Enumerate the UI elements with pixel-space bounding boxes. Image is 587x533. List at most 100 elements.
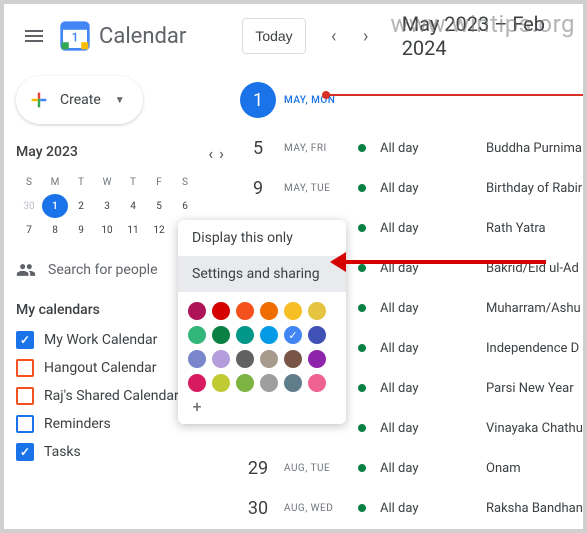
agenda-row[interactable]: 5MAY, FRIAll dayBuddha Purnima (236, 128, 583, 168)
color-swatch[interactable] (188, 326, 206, 344)
prev-period-button[interactable]: ‹ (318, 20, 350, 52)
mini-day[interactable]: 7 (16, 218, 42, 242)
event-dot-icon (358, 384, 366, 392)
mini-next-month-button[interactable]: › (219, 144, 224, 163)
mini-dow: S (172, 170, 198, 194)
mini-day[interactable]: 30 (16, 194, 42, 218)
color-swatch[interactable] (236, 302, 254, 320)
mini-prev-month-button[interactable]: ‹ (208, 144, 213, 163)
agenda-day-number[interactable]: 29 (240, 458, 276, 479)
calendar-checkbox[interactable] (16, 415, 34, 433)
color-swatch[interactable] (284, 326, 302, 344)
main-menu-button[interactable] (12, 12, 55, 60)
allday-label: All day (380, 341, 436, 356)
mini-day[interactable]: 2 (68, 194, 94, 218)
color-swatch[interactable] (236, 326, 254, 344)
color-swatch[interactable] (284, 350, 302, 368)
event-title[interactable]: Parsi New Year (486, 381, 574, 396)
agenda-day-today[interactable]: 1 (240, 82, 276, 118)
event-dot-icon (358, 504, 366, 512)
color-swatch[interactable] (212, 374, 230, 392)
mini-dow: M (42, 170, 68, 194)
mini-dow: F (146, 170, 172, 194)
people-icon (16, 260, 36, 280)
svg-text:1: 1 (72, 30, 79, 45)
mini-day[interactable]: 3 (94, 194, 120, 218)
allday-label: All day (380, 221, 436, 236)
hamburger-icon (22, 24, 46, 48)
app-title: Calendar (99, 24, 186, 49)
color-swatch[interactable] (188, 350, 206, 368)
allday-label: All day (380, 501, 436, 516)
calendar-checkbox[interactable] (16, 443, 34, 461)
mini-dow: W (94, 170, 120, 194)
calendar-checkbox[interactable] (16, 359, 34, 377)
agenda-day-number[interactable]: 30 (240, 498, 276, 519)
event-title[interactable]: Onam (486, 461, 521, 476)
create-button[interactable]: Create ▼ (16, 76, 143, 124)
mini-day[interactable]: 4 (120, 194, 146, 218)
agenda-row[interactable]: 1MAY, MON (236, 72, 583, 128)
agenda-row[interactable]: 6SEPT, WEDAll dayJanmashtami (S (236, 528, 583, 533)
mini-day[interactable]: 1 (42, 194, 68, 218)
mini-day[interactable]: 12 (146, 218, 172, 242)
color-swatch[interactable] (260, 326, 278, 344)
event-dot-icon (358, 424, 366, 432)
color-swatch[interactable] (236, 374, 254, 392)
color-swatch[interactable] (260, 350, 278, 368)
color-swatch[interactable] (284, 374, 302, 392)
color-swatch[interactable] (284, 302, 302, 320)
calendar-label: Tasks (44, 444, 81, 460)
color-swatch[interactable] (308, 374, 326, 392)
color-swatch[interactable] (236, 350, 254, 368)
add-color-button[interactable]: + (188, 398, 206, 416)
mini-dow: T (68, 170, 94, 194)
event-title[interactable]: Independence D (486, 341, 579, 356)
agenda-row[interactable]: 29AUG, TUEAll dayOnam (236, 448, 583, 488)
color-swatch[interactable] (308, 302, 326, 320)
mini-day[interactable]: 8 (42, 218, 68, 242)
event-title[interactable]: Rath Yatra (486, 221, 546, 236)
agenda-row[interactable]: 30AUG, WEDAll dayRaksha Bandhan (236, 488, 583, 528)
agenda-weekday: MAY, FRI (284, 143, 350, 154)
color-swatch[interactable] (260, 374, 278, 392)
calendar-checkbox[interactable] (16, 331, 34, 349)
next-period-button[interactable]: › (350, 20, 382, 52)
date-range-title[interactable]: May 2023 – Feb 2024 (402, 12, 575, 60)
allday-label: All day (380, 421, 436, 436)
agenda-row[interactable]: 9MAY, TUEAll dayBirthday of Rabir (236, 168, 583, 208)
color-swatch[interactable] (212, 302, 230, 320)
mini-day[interactable]: 11 (120, 218, 146, 242)
mini-day[interactable]: 6 (172, 194, 198, 218)
color-swatch[interactable] (212, 326, 230, 344)
color-swatch[interactable] (308, 350, 326, 368)
calendar-label: Raj's Shared Calendar (44, 388, 179, 404)
color-swatch[interactable] (212, 350, 230, 368)
color-swatch[interactable] (188, 302, 206, 320)
event-title[interactable]: Raksha Bandhan (486, 501, 583, 516)
event-title[interactable]: Birthday of Rabir (486, 181, 582, 196)
mini-day[interactable]: 5 (146, 194, 172, 218)
event-dot-icon (358, 304, 366, 312)
mini-day[interactable]: 9 (68, 218, 94, 242)
event-dot-icon (358, 224, 366, 232)
menu-display-only[interactable]: Display this only (178, 220, 346, 256)
mini-month-title[interactable]: May 2023 (16, 144, 78, 160)
mini-day[interactable]: 10 (94, 218, 120, 242)
header-bar: 1 Calendar Today ‹ › May 2023 – Feb 2024 (4, 4, 583, 68)
event-title[interactable]: Vinayaka Chathu (486, 421, 583, 436)
event-dot-icon (358, 344, 366, 352)
agenda-day-number[interactable]: 5 (240, 138, 276, 159)
caret-down-icon: ▼ (115, 95, 125, 106)
agenda-day-number[interactable]: 9 (240, 178, 276, 199)
calendar-checkbox[interactable] (16, 387, 34, 405)
color-swatch[interactable] (260, 302, 278, 320)
agenda-weekday: AUG, TUE (284, 463, 350, 474)
event-title[interactable]: Buddha Purnima (486, 141, 582, 156)
color-swatch[interactable] (308, 326, 326, 344)
calendar-list-item[interactable]: Tasks (16, 438, 224, 466)
color-swatch[interactable] (188, 374, 206, 392)
event-dot-icon (358, 264, 366, 272)
event-title[interactable]: Muharram/Ashu (486, 301, 581, 316)
today-button[interactable]: Today (242, 18, 305, 54)
